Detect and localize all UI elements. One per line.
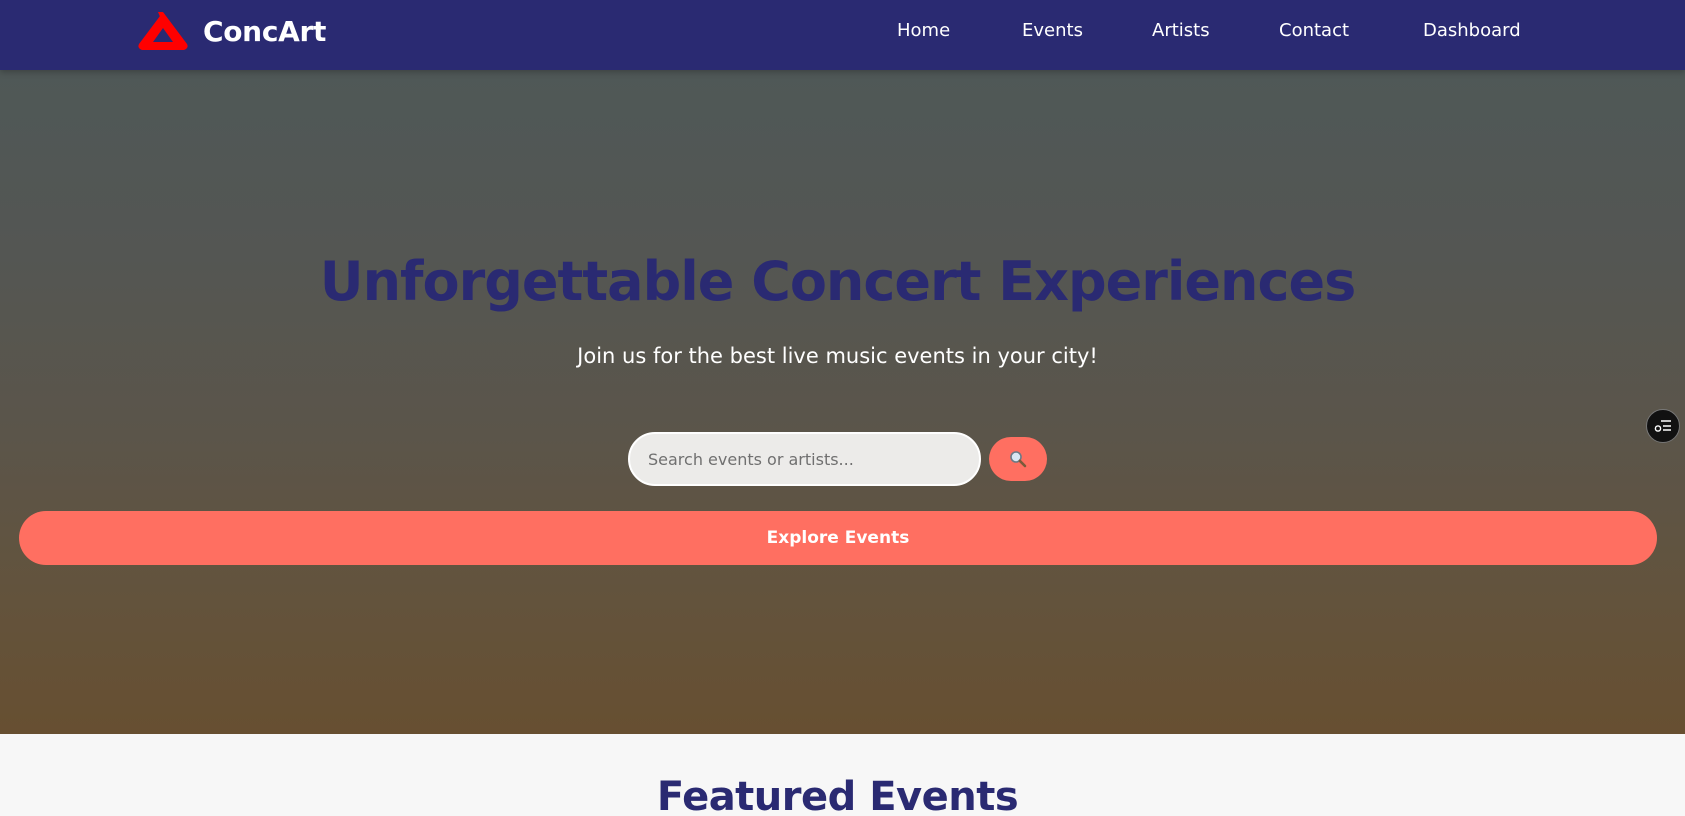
hero-title: Unforgettable Concert Experiences (319, 250, 1356, 313)
search-input[interactable] (628, 432, 981, 486)
settings-list-icon (1654, 420, 1671, 432)
settings-widget-button[interactable] (1646, 409, 1680, 443)
nav-link-dashboard[interactable]: Dashboard (1423, 19, 1521, 43)
navbar: ConcArt Home Events Artists Contact Dash… (0, 0, 1685, 70)
nav-link-contact[interactable]: Contact (1279, 19, 1349, 43)
nav-link-artists[interactable]: Artists (1152, 19, 1210, 43)
search-icon (1010, 451, 1027, 468)
explore-events-button[interactable]: Explore Events (19, 511, 1657, 565)
search-button[interactable] (989, 437, 1047, 481)
main-nav: Home Events Artists Contact Dashboard (0, 19, 1685, 43)
nav-link-home[interactable]: Home (897, 19, 950, 43)
featured-events-title: Featured Events (656, 774, 1019, 816)
hero-section: Unforgettable Concert Experiences Join u… (0, 70, 1685, 734)
hero-subtitle: Join us for the best live music events i… (577, 344, 1098, 368)
featured-events-section: Featured Events (0, 734, 1685, 816)
nav-link-events[interactable]: Events (1022, 19, 1083, 43)
